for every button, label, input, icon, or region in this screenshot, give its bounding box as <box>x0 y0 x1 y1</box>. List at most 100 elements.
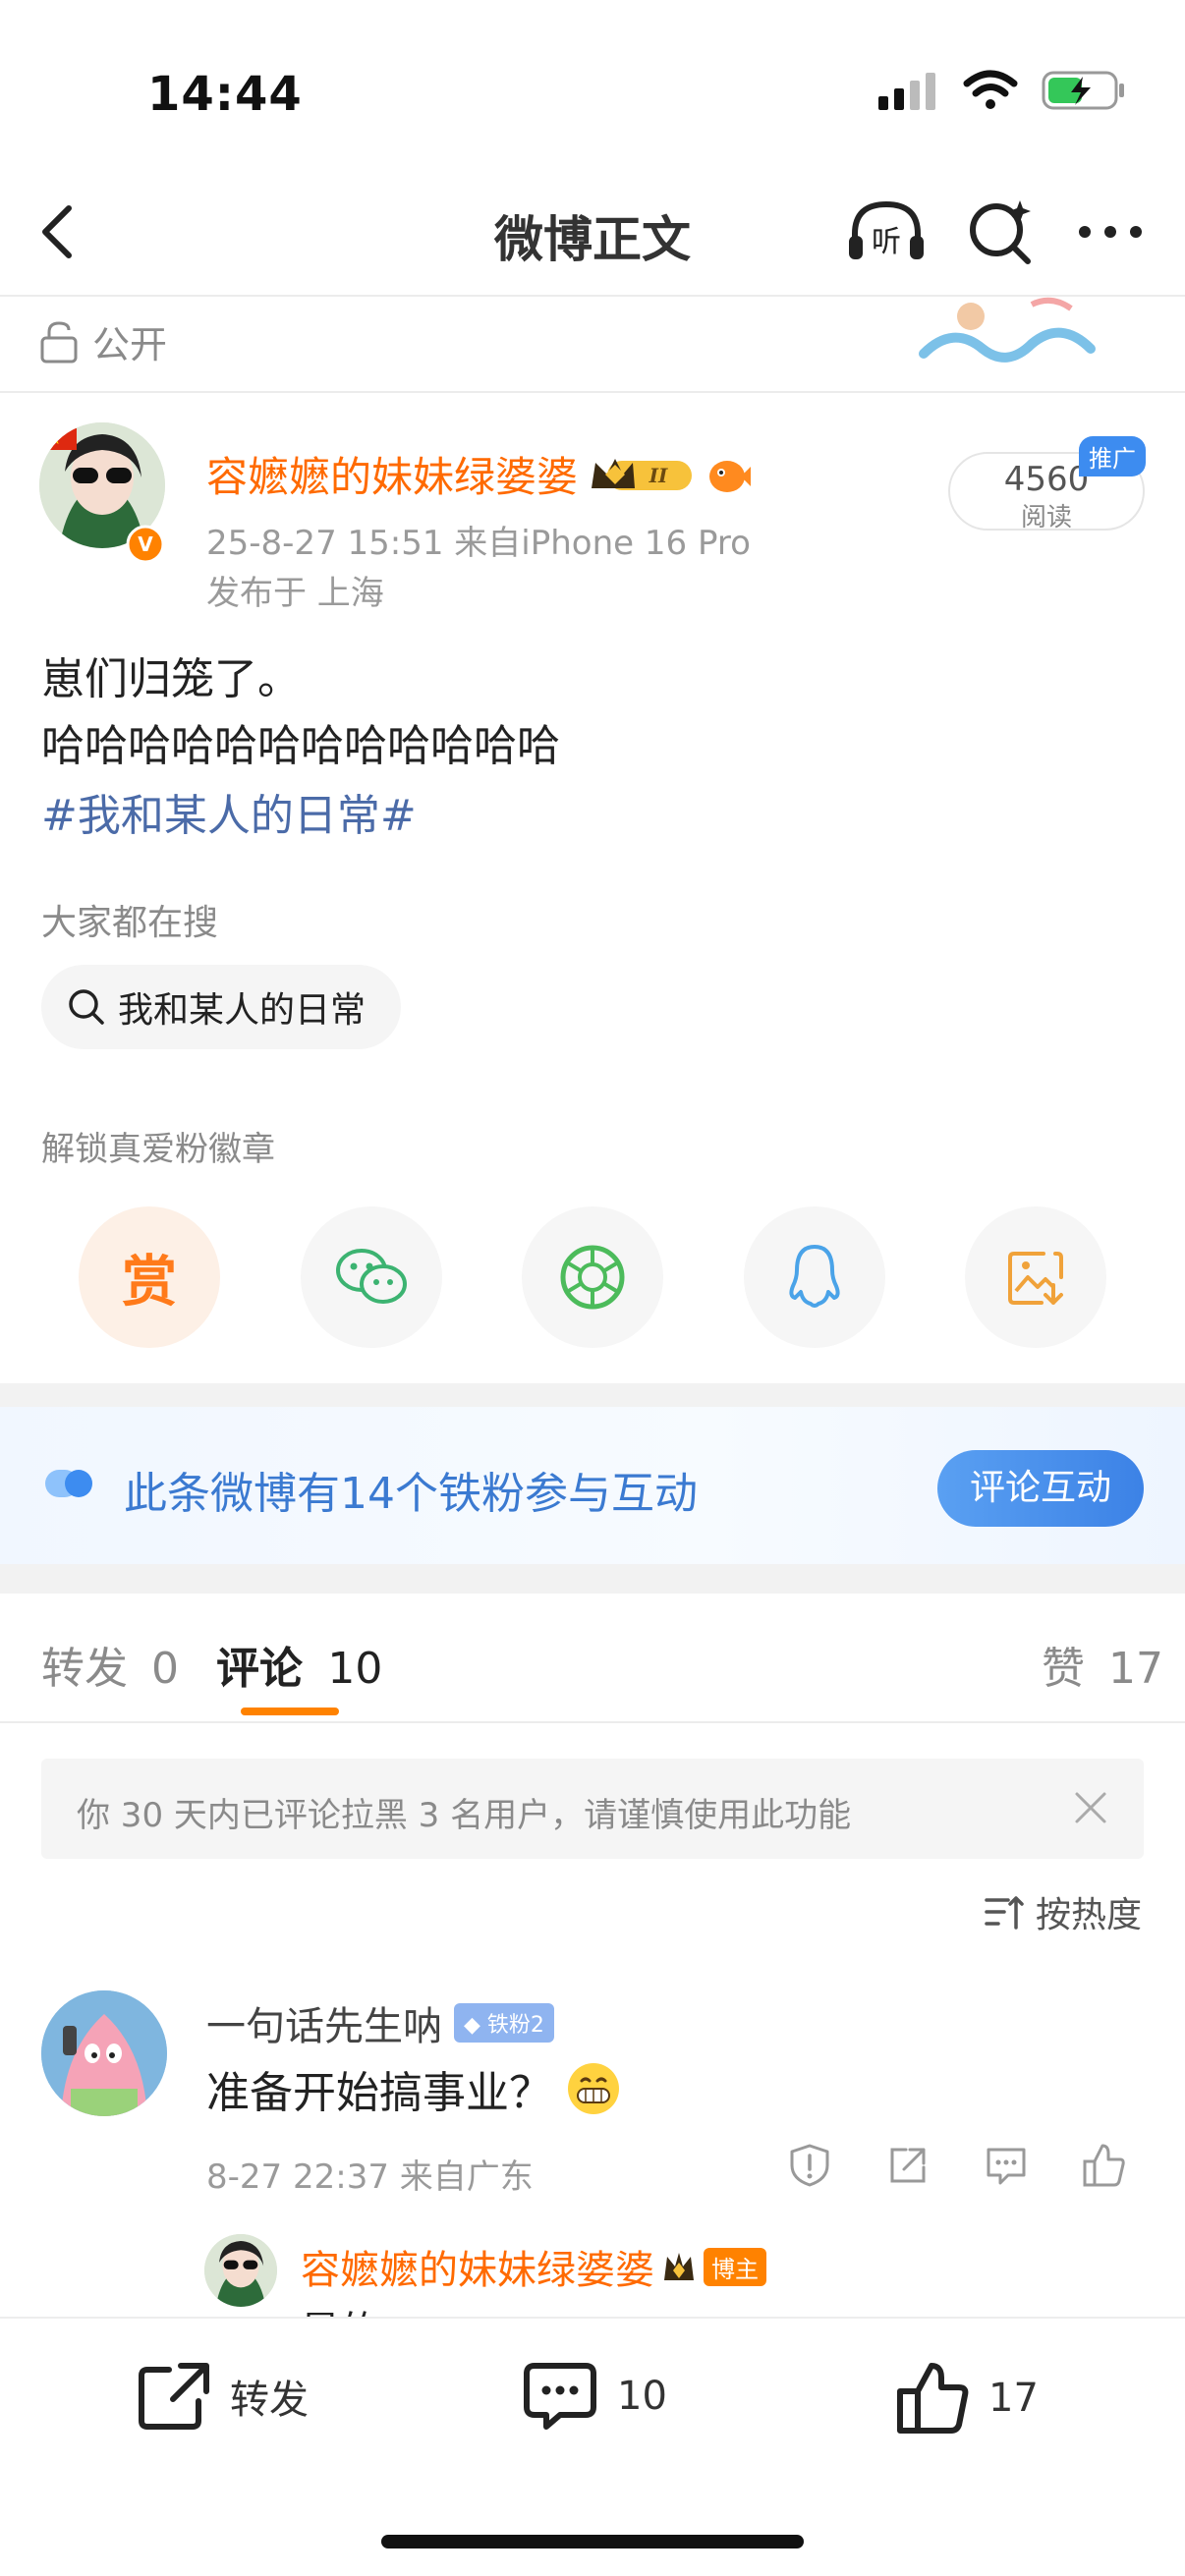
tab-like-count: 17 <box>1108 1644 1163 1694</box>
share-qq-button[interactable] <box>743 1206 885 1348</box>
share-moments-button[interactable] <box>522 1206 663 1348</box>
more-dots-icon <box>1079 226 1142 238</box>
reply-author-row[interactable]: 容嬷嬷的妹妹绿婆婆 博主 <box>301 2238 766 2295</box>
fans-toggle-icon <box>45 1470 92 1497</box>
save-image-icon <box>1008 1252 1063 1305</box>
tab-comment-label: 评论 <box>216 1644 303 1694</box>
home-indicator <box>381 2535 804 2548</box>
tabs-divider <box>0 1721 1185 1723</box>
search-button[interactable] <box>965 196 1036 271</box>
post-hashtag[interactable]: #我和某人的日常# <box>41 780 417 843</box>
grin-emoji-icon <box>568 2063 619 2114</box>
read-count-label: 阅读 <box>1020 503 1072 532</box>
tab-comment-count: 10 <box>327 1644 383 1694</box>
tab-repost[interactable]: 转发 0 <box>41 1633 179 1696</box>
svg-text:★: ★ <box>49 432 62 448</box>
like-icon <box>897 2363 969 2434</box>
verified-badge-icon: V <box>126 525 165 564</box>
comment-count: 10 <box>617 2374 667 2419</box>
search-sparkle-icon <box>970 200 1031 264</box>
like-comment-icon[interactable] <box>1081 2142 1128 2189</box>
privacy-indicator: 公开 <box>39 314 167 368</box>
tab-repost-count: 0 <box>151 1644 179 1694</box>
comment-icon <box>524 2363 596 2430</box>
active-tab-indicator <box>241 1708 339 1715</box>
repost-button[interactable]: 转发 <box>136 2360 309 2433</box>
repost-label: 转发 <box>230 2378 309 2423</box>
listen-label: 听 <box>872 225 901 259</box>
repost-icon <box>139 2363 209 2430</box>
like-button[interactable]: 17 <box>894 2360 1039 2436</box>
section-gap <box>0 1383 1185 1407</box>
blacklist-notice: 你 30 天内已评论拉黑 3 名用户，请谨慎使用此功能 <box>41 1759 1144 1859</box>
comment-interaction-button[interactable]: 评论互动 <box>937 1450 1144 1527</box>
qq-icon <box>788 1245 840 1308</box>
post-location: 发布于 上海 <box>206 574 384 613</box>
listen-button[interactable]: 听 <box>845 196 928 271</box>
svg-text:V: V <box>138 532 153 556</box>
search-icon <box>69 989 104 1025</box>
sort-label: 按热度 <box>1036 1895 1143 1935</box>
bottom-action-bar: 转发 10 17 <box>0 2317 1185 2576</box>
comment-text-row: 准备开始搞事业？ <box>206 2057 621 2120</box>
post-line-1: 崽们归笼了。 <box>41 654 301 704</box>
fans-interaction-banner[interactable]: 此条微博有14个铁粉参与互动 评论互动 <box>0 1407 1185 1564</box>
share-wechat-button[interactable] <box>300 1206 442 1348</box>
fans-banner-text: 此条微博有14个铁粉参与互动 <box>124 1469 698 1519</box>
reply-avatar[interactable] <box>204 2234 277 2307</box>
unlock-icon <box>40 320 78 363</box>
reward-label: 赏 <box>122 1250 177 1315</box>
promote-tag[interactable]: 推广 <box>1079 436 1146 476</box>
unlock-fan-badge-label: 解锁真爱粉徽章 <box>41 1130 275 1169</box>
member-crown-icon[interactable]: II <box>588 453 696 496</box>
close-icon[interactable] <box>1071 1788 1110 1827</box>
hot-search-chip[interactable]: 我和某人的日常 <box>41 965 402 1049</box>
headphones-icon: 听 <box>849 200 924 259</box>
post-line-2: 哈哈哈哈哈哈哈哈哈哈哈哈 <box>41 721 560 771</box>
moments-icon <box>560 1245 625 1310</box>
author-name-row[interactable]: 容嬷嬷的妹妹绿婆婆 II <box>206 444 752 504</box>
status-icons <box>878 69 1126 112</box>
tab-like-label: 赞 <box>1042 1644 1085 1694</box>
wifi-icon <box>963 70 1018 109</box>
decorative-illustration <box>914 295 1100 373</box>
comment-meta: 8-27 22:37 来自广东 <box>206 2157 534 2197</box>
comment-actions <box>786 2142 1128 2189</box>
nav-bar: 微博正文 听 <box>0 167 1185 297</box>
reply-crown-icon <box>664 2253 694 2280</box>
iron-fan-badge: ◆ 铁粉2 <box>454 2003 554 2043</box>
wechat-icon <box>335 1249 407 1304</box>
post-meta: 25-8-27 15:51 来自iPhone 16 Pro <box>206 524 751 563</box>
sort-by-hot-button[interactable]: 按热度 <box>983 1886 1142 1937</box>
commenter-avatar[interactable] <box>41 1990 167 2116</box>
sort-icon <box>985 1896 1024 1930</box>
commenter-name[interactable]: 一句话先生呐 <box>206 1994 442 2051</box>
tab-comment[interactable]: 评论 10 <box>216 1633 382 1696</box>
tab-like[interactable]: 赞 17 <box>1042 1633 1163 1696</box>
cellular-signal-icon <box>878 73 935 110</box>
commenter-name-row[interactable]: 一句话先生呐 ◆ 铁粉2 <box>206 1994 554 2051</box>
more-button[interactable] <box>1075 196 1146 271</box>
reward-button[interactable]: 赏 <box>79 1206 220 1348</box>
author-name[interactable]: 容嬷嬷的妹妹绿婆婆 <box>206 444 578 504</box>
notice-text: 你 30 天内已评论拉黑 3 名用户，请谨慎使用此功能 <box>77 1796 852 1835</box>
save-image-button[interactable] <box>965 1206 1106 1348</box>
like-count: 17 <box>988 2376 1039 2421</box>
reply-author-name[interactable]: 容嬷嬷的妹妹绿婆婆 <box>301 2238 654 2295</box>
privacy-divider <box>0 391 1185 393</box>
share-comment-icon[interactable] <box>884 2142 931 2189</box>
comment-button[interactable]: 10 <box>521 2360 667 2433</box>
hot-search-label: 大家都在搜 <box>41 903 219 943</box>
hot-search-chip-label: 我和某人的日常 <box>118 990 367 1031</box>
comment-text: 准备开始搞事业？ <box>206 2068 552 2118</box>
section-gap-2 <box>0 1564 1185 1594</box>
fish-badge-icon <box>709 460 752 492</box>
author-badge: 博主 <box>704 2247 766 2286</box>
battery-icon <box>1042 71 1124 110</box>
status-time: 14:44 <box>147 67 303 122</box>
member-level: II <box>649 464 668 487</box>
reply-icon[interactable] <box>983 2142 1030 2189</box>
post-body: 崽们归笼了。 哈哈哈哈哈哈哈哈哈哈哈哈 <box>41 646 560 780</box>
report-icon[interactable] <box>786 2142 833 2189</box>
share-row: 赏 <box>79 1206 1106 1348</box>
